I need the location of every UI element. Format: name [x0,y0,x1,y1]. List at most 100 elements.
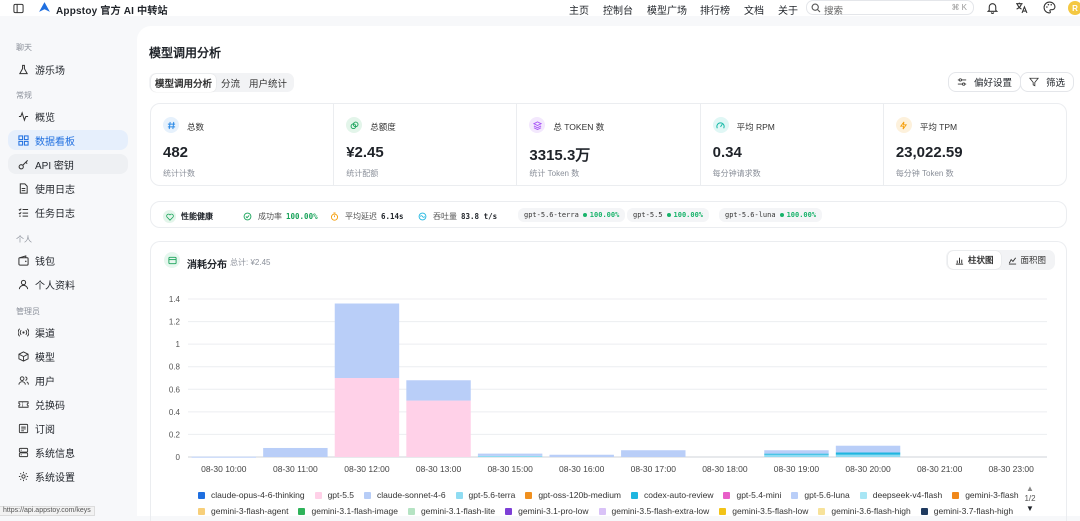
bar-segment[interactable] [334,303,400,378]
legend-label: gpt-oss-120b-medium [538,490,622,500]
page-title: 模型调用分析 [149,46,222,60]
nav-model-market[interactable]: 模型广场 [647,2,687,17]
legend-item[interactable]: deepseek-v4-flash [859,490,942,500]
nav-docs[interactable]: 文档 [744,2,764,17]
tab-user-stats[interactable]: 用户统计 [245,74,291,92]
legend-swatch [719,507,727,515]
legend-swatch [859,491,867,499]
legend-item[interactable]: gpt-5.6-terra [455,490,515,500]
legend-swatch [314,491,322,499]
sidebar-item-label: 系统设置 [35,472,75,484]
tab-routing[interactable]: 分流 [217,74,244,92]
legend-item[interactable]: gemini-3.1-pro-low [505,506,589,516]
brand-name[interactable]: Appstoy 官方 AI 中转站 [56,2,168,17]
sidebar-item-wallet[interactable]: 钱包 [8,250,128,270]
sidebar-toggle-icon[interactable] [12,2,24,14]
logo-icon [38,1,51,14]
table-icon [164,252,180,268]
legend-item[interactable]: gemini-3.5-flash-extra-low [598,506,710,516]
sidebar-item-channel[interactable]: 渠道 [8,322,128,342]
sidebar-item-users[interactable]: 用户 [8,370,128,390]
sidebar-item-label: 游乐场 [35,65,65,77]
pager-up-icon[interactable]: ▲ [1021,484,1039,494]
sidebar-item-system-info[interactable]: 系统信息 [8,442,128,462]
sidebar-item-api-keys[interactable]: API 密钥 [8,154,128,174]
stat-value: 482 [163,144,189,161]
sidebar-item-dashboard[interactable]: 数据看板 [8,130,128,150]
search-shortcut: ⌘ K [951,3,967,12]
tab-model-analysis[interactable]: 模型调用分析 [151,73,217,92]
legend-swatch [364,491,372,499]
bar-segment[interactable] [764,454,829,457]
sidebar-item-profile[interactable]: 个人资料 [8,274,128,294]
bar-segment[interactable] [334,378,400,457]
sidebar-item-models[interactable]: 模型 [8,346,128,366]
bar-segment[interactable] [835,445,901,453]
sidebar-item-system-settings[interactable]: 系统设置 [8,466,128,486]
bar-segment[interactable] [406,380,471,401]
health-success: 成功率 100.00% [241,210,318,222]
bar-segment[interactable] [477,455,543,457]
nav-home[interactable]: 主页 [569,2,589,17]
sidebar-item-playground[interactable]: 游乐场 [8,59,128,79]
legend-label: gemini-3-flash [965,490,1019,500]
sidebar-item-subscription[interactable]: 订阅 [8,418,128,438]
stacked-bar-chart: 0 0.2 0.4 0.6 0.8 1 1.2 1.4 08-30 10:00 08-30 11:… [169,295,1047,474]
pager-down-icon[interactable]: ▼ [1021,504,1039,514]
throughput-value: 83.8 t/s [461,211,498,221]
bar-segment[interactable] [621,450,686,457]
bar-segment[interactable] [835,454,901,457]
nav-console[interactable]: 控制台 [603,2,633,17]
sidebar-item-redeem-code[interactable]: 兑换码 [8,394,128,414]
bar-segment[interactable] [549,454,614,457]
nav-leaderboard[interactable]: 排行榜 [700,2,730,17]
legend-item[interactable]: gemini-3.5-flash-low [719,506,808,516]
legend-item[interactable]: gpt-oss-120b-medium [525,490,621,500]
translate-icon[interactable] [1015,1,1028,14]
legend-item[interactable]: gemini-3.7-flash-high [920,506,1013,516]
legend-item[interactable]: gemini-3.1-flash-lite [407,506,495,516]
flask-icon [17,63,29,75]
bar-segment[interactable] [764,450,829,454]
legend-label: claude-sonnet-4-6 [377,490,446,500]
layers-icon [529,117,546,133]
nav-about[interactable]: 关于 [778,2,798,17]
bell-icon[interactable] [986,1,999,14]
legend-item[interactable]: gemini-3-flash [952,490,1019,500]
legend-item[interactable]: gpt-5.5 [314,490,354,500]
legend-item[interactable]: claude-sonnet-4-6 [364,490,446,500]
legend-item[interactable]: gemini-3.6-flash-high [818,506,911,516]
bar-segment[interactable] [477,453,543,456]
legend-label: gemini-3.5-flash-extra-low [611,506,710,516]
bar-segment[interactable] [835,452,901,455]
legend-item[interactable]: gemini-3.1-flash-image [298,506,398,516]
bar-chart-toggle[interactable]: 柱状图 [948,251,1001,269]
palette-icon[interactable] [1043,1,1056,14]
filter-button[interactable]: 筛选 [1020,72,1075,92]
stat-value: ¥2.45 [346,144,384,161]
success-label: 成功率 [258,211,282,221]
bar-segment[interactable] [406,400,471,457]
search-input[interactable]: 搜索 ⌘ K [806,0,974,17]
chart-title: 消耗分布 [187,260,227,271]
legend-item[interactable]: codex-auto-review [631,490,713,500]
area-chart-toggle[interactable]: 面积图 [1001,251,1054,269]
avatar[interactable]: R [1068,1,1080,15]
sidebar-item-usage-log[interactable]: 使用日志 [8,178,128,198]
model-pct: 100.00% [673,211,704,219]
legend-label: claude-opus-4-6-thinking [211,490,305,500]
bar-segment[interactable] [263,447,328,457]
sidebar-item-task-log[interactable]: 任务日志 [8,202,128,222]
timer-icon [328,210,340,222]
bar-segment[interactable] [764,453,829,455]
legend-item[interactable]: gpt-5.6-luna [791,490,850,500]
legend-item[interactable]: gemini-3-flash-agent [198,506,288,516]
legend-item[interactable]: claude-opus-4-6-thinking [198,490,305,500]
legend-item[interactable]: gpt-5.4-mini [723,490,781,500]
preferences-button[interactable]: 偏好设置 [948,72,1022,92]
activity-icon [17,110,29,122]
x-tick-label: 08-30 20:00 [845,464,891,474]
log-icon [17,182,29,194]
bar-segment[interactable] [191,456,257,458]
sidebar-item-overview[interactable]: 概览 [8,106,128,126]
